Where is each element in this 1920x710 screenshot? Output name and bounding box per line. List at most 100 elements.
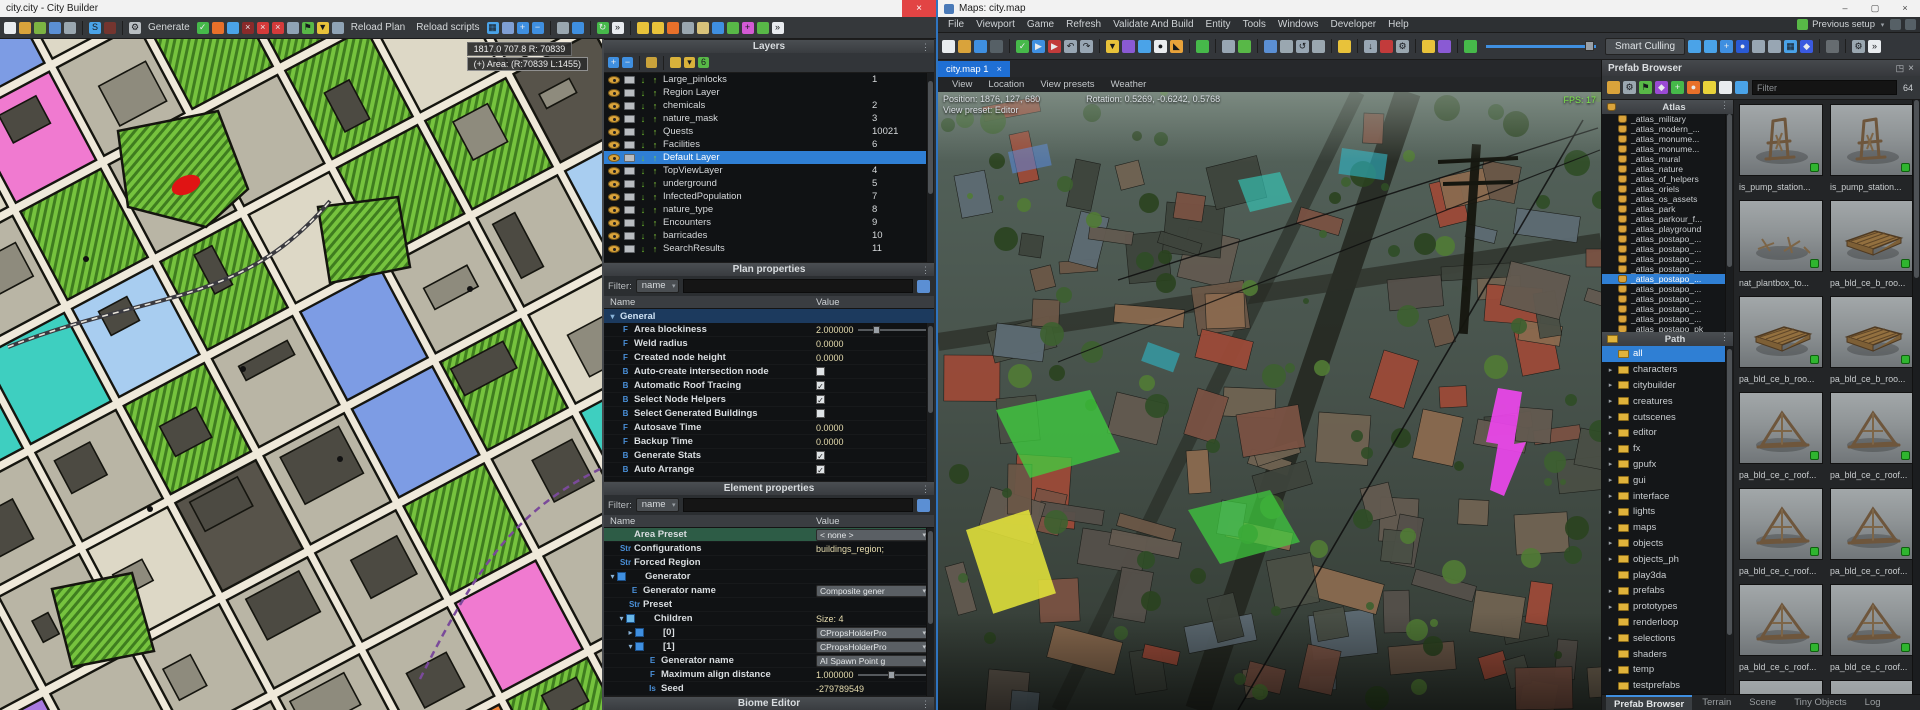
grid-icon[interactable] — [1905, 19, 1916, 30]
atlas-item[interactable]: _atlas_monume... — [1602, 144, 1733, 154]
prefab-thumbnail[interactable] — [1739, 584, 1823, 656]
expand-icon[interactable]: ▸ — [1607, 397, 1614, 405]
cursor-add-icon[interactable] — [1704, 40, 1717, 53]
add-icon[interactable]: + — [517, 22, 529, 34]
atlas-item[interactable]: _atlas_postapo_... — [1602, 294, 1733, 304]
gem-purple-icon[interactable]: ◆ — [1655, 81, 1668, 94]
eye-mode-icon[interactable]: ▾ — [684, 57, 695, 68]
prefab-thumbnail[interactable] — [1830, 680, 1914, 694]
scrollbar[interactable] — [926, 528, 934, 696]
filter-table-icon[interactable] — [917, 280, 930, 293]
path-item[interactable]: renderloop — [1602, 615, 1733, 631]
scrollbar[interactable] — [1725, 114, 1733, 332]
atlas-item[interactable]: _atlas_postapo_... — [1602, 304, 1733, 314]
generate-gear-icon[interactable]: ⚙ — [129, 22, 141, 34]
pin-purple-icon[interactable] — [1438, 40, 1451, 53]
revert-icon[interactable]: ↺ — [1296, 40, 1309, 53]
property-row[interactable]: IsSeed-279789549 — [604, 682, 934, 696]
maximize-button[interactable]: ▢ — [1860, 0, 1890, 17]
property-row[interactable]: ▾[1]CPropsHolderPro — [604, 640, 934, 654]
atlas-item[interactable]: _atlas_modern_... — [1602, 124, 1733, 134]
move-down-icon[interactable]: ↓ — [639, 166, 647, 176]
expand-icon[interactable]: ▸ — [1607, 587, 1614, 595]
delete-icon[interactable]: × — [257, 22, 269, 34]
checkbox[interactable]: ✓ — [816, 381, 825, 390]
checkbox[interactable] — [816, 367, 825, 376]
path-item[interactable]: shaders — [1602, 646, 1733, 662]
move-down-icon[interactable]: ↓ — [639, 140, 647, 150]
remove-layer-icon[interactable]: − — [622, 57, 633, 68]
delete-small-icon[interactable]: × — [272, 22, 284, 34]
gear-icon[interactable]: ⚙ — [1623, 81, 1636, 94]
move-up-icon[interactable]: ↑ — [651, 244, 659, 254]
property-row[interactable]: StrPreset — [604, 598, 934, 612]
panel-grip-icon[interactable]: ⋮ — [921, 697, 930, 710]
duplicate-icon[interactable] — [1768, 40, 1781, 53]
expand-icon[interactable]: ▸ — [1607, 524, 1614, 532]
play-icon[interactable]: ▶ — [1032, 40, 1045, 53]
save-icon[interactable] — [64, 22, 76, 34]
property-row[interactable]: BSelect Generated Buildings — [604, 407, 934, 421]
refresh-icon[interactable]: ↻ — [597, 22, 609, 34]
move-up-icon[interactable]: ↑ — [651, 75, 659, 85]
bottom-tab-scene[interactable]: Scene — [1741, 695, 1784, 710]
delete-area-icon[interactable]: × — [242, 22, 254, 34]
filter-icon[interactable]: ▼ — [1106, 40, 1119, 53]
flame-icon[interactable] — [212, 22, 224, 34]
tab-city-map[interactable]: city.map 1 × — [938, 61, 1010, 77]
layer-visibility-icon[interactable] — [608, 76, 620, 84]
close-tab-icon[interactable]: × — [997, 64, 1002, 74]
layer-row[interactable]: ↓↑nature_type8 — [604, 203, 934, 216]
filter-icon[interactable]: ▼ — [317, 22, 329, 34]
filter-field-dropdown[interactable]: name — [636, 498, 679, 512]
expand-icon[interactable]: ▸ — [1607, 366, 1614, 374]
element-filter-input[interactable] — [683, 498, 913, 512]
layer-row[interactable]: ↓↑underground5 — [604, 177, 934, 190]
camera-icon[interactable] — [1138, 40, 1151, 53]
layout-icon[interactable] — [1890, 19, 1901, 30]
menu-entity[interactable]: Entity — [1200, 19, 1237, 30]
person-green-icon[interactable] — [1238, 40, 1251, 53]
prefab-item[interactable]: pa_bld_ce_c_roof... — [1830, 392, 1914, 481]
path-item[interactable]: all — [1602, 346, 1733, 362]
menu-refresh[interactable]: Refresh — [1060, 19, 1107, 30]
prefab-thumbnail[interactable] — [1739, 200, 1823, 272]
prefab-thumbnail[interactable] — [1830, 200, 1914, 272]
layer-visibility-icon[interactable] — [608, 167, 620, 175]
slider-knob[interactable] — [1585, 41, 1594, 51]
screenshot-icon[interactable] — [1312, 40, 1325, 53]
prefab-thumbnail[interactable] — [1739, 488, 1823, 560]
clock-green-icon[interactable] — [1464, 40, 1477, 53]
city-plan-map-viewport[interactable]: 1817.0 707.8 R: 70839 (+) Area: (R:70839… — [0, 39, 604, 710]
prefab-filter-input[interactable] — [1752, 80, 1897, 95]
layer-visibility-icon[interactable] — [608, 232, 620, 240]
leaf-icon[interactable] — [727, 22, 739, 34]
open-folder-icon[interactable] — [958, 40, 971, 53]
layer-row[interactable]: ↓↑SearchResults11 — [604, 242, 934, 255]
layer-row[interactable]: ↓↑TopViewLayer4 — [604, 164, 934, 177]
frame-icon[interactable] — [332, 22, 344, 34]
layer-visibility-icon[interactable] — [608, 180, 620, 188]
path-item[interactable]: ▸citybuilder — [1602, 378, 1733, 394]
move-icon[interactable]: + — [1720, 40, 1733, 53]
bottom-tab-terrain[interactable]: Terrain — [1694, 695, 1739, 710]
property-row[interactable]: StrConfigurationsbuildings_region; — [604, 542, 934, 556]
prefab-item[interactable] — [1830, 680, 1914, 694]
remove-icon[interactable]: − — [532, 22, 544, 34]
expand-icon[interactable]: ▸ — [1607, 539, 1614, 547]
property-row[interactable]: FCreated node height0.0000 — [604, 351, 934, 365]
path-item[interactable]: ▸prototypes — [1602, 599, 1733, 615]
atlas-header[interactable]: Atlas⋮ — [1602, 100, 1733, 114]
atlas-item[interactable]: _atlas_os_assets — [1602, 194, 1733, 204]
move-up-icon[interactable]: ↑ — [651, 88, 659, 98]
move-up-icon[interactable]: ↑ — [651, 166, 659, 176]
atlas-item[interactable]: _atlas_mural — [1602, 154, 1733, 164]
value-dropdown[interactable]: < none > — [816, 529, 929, 541]
prefab-thumbnail[interactable] — [1830, 584, 1914, 656]
monitor-icon[interactable] — [287, 22, 299, 34]
layer-visibility-icon[interactable] — [608, 219, 620, 227]
atlas-item[interactable]: _atlas_parkour_f... — [1602, 214, 1733, 224]
menu-viewport[interactable]: Viewport — [970, 19, 1021, 30]
block-icon[interactable] — [572, 22, 584, 34]
scroll-icon[interactable] — [502, 22, 514, 34]
